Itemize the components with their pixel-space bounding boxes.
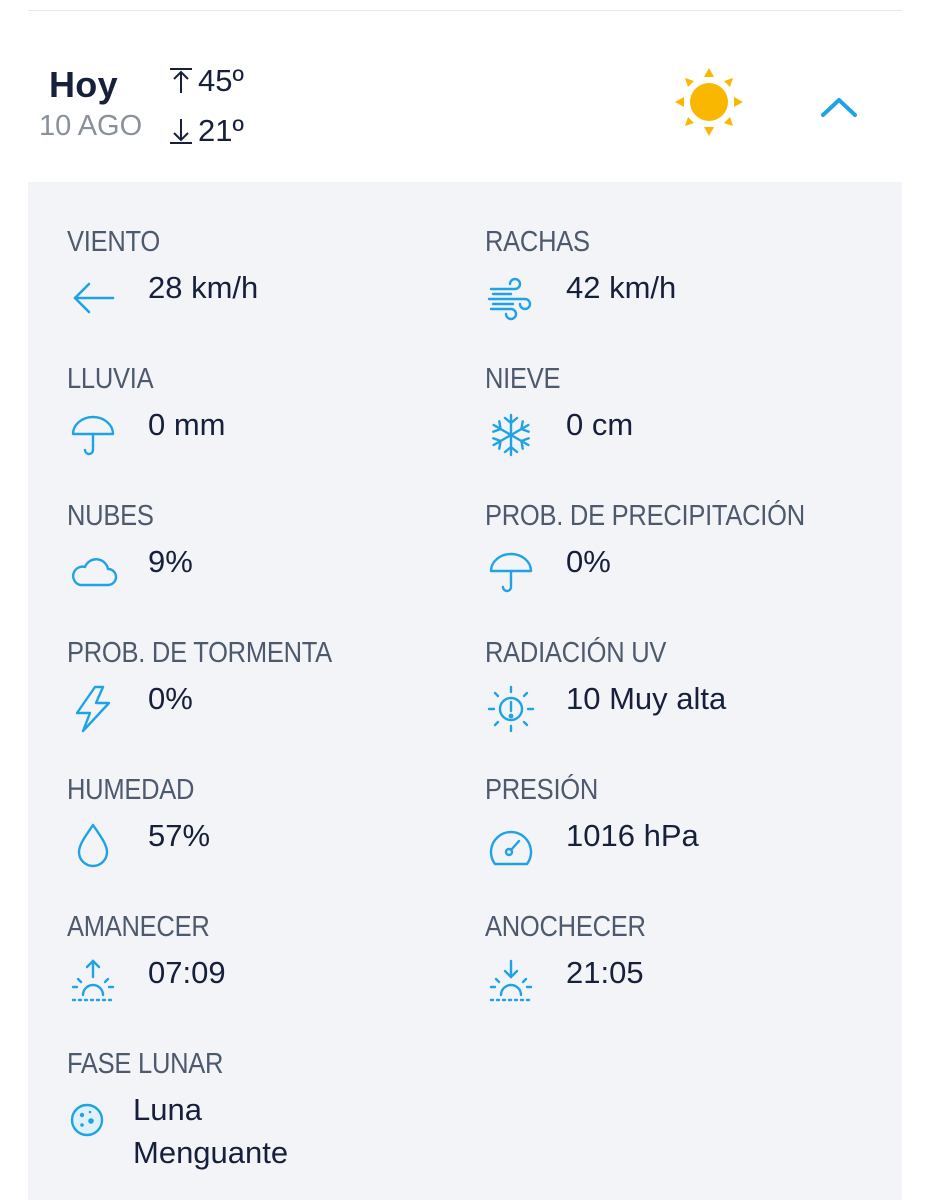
temp-min: 21º [168, 113, 244, 149]
arrow-up-icon [168, 66, 194, 96]
day-header[interactable]: Hoy 10 AGO 45º 21º [0, 11, 929, 181]
uv-sun-icon [485, 683, 537, 735]
detail-label: AMANECER [67, 911, 210, 943]
chevron-up-icon[interactable] [818, 93, 860, 121]
detail-value: 0 mm [148, 407, 226, 442]
sun-icon [674, 67, 744, 137]
detail-label: NIEVE [485, 363, 561, 395]
temp-max: 45º [168, 63, 244, 99]
detail-label: VIENTO [67, 226, 160, 258]
detail-label: PROB. DE PRECIPITACIÓN [485, 500, 805, 532]
detail-value: 07:09 [148, 955, 226, 990]
gauge-icon [485, 820, 537, 872]
detail-label: NUBES [67, 500, 154, 532]
arrow-down-icon [168, 116, 194, 146]
cloud-icon [67, 546, 119, 598]
wind-gust-icon [485, 272, 537, 324]
moon-icon [67, 1100, 107, 1140]
detail-value: 0% [148, 681, 193, 716]
day-date: 10 AGO [39, 110, 143, 142]
umbrella-icon [67, 409, 119, 461]
detail-value: 1016 hPa [566, 818, 699, 853]
detail-label: PRESIÓN [485, 774, 599, 806]
detail-value: 57% [148, 818, 211, 853]
detail-value: 0 cm [566, 407, 634, 442]
detail-value: 0% [566, 544, 611, 579]
day-name: Hoy [49, 64, 118, 105]
temp-max-value: 45º [198, 63, 244, 98]
detail-label: LLUVIA [67, 363, 154, 395]
detail-value: 28 km/h [148, 270, 259, 305]
detail-label: FASE LUNAR [67, 1048, 224, 1080]
detail-value: 9% [148, 544, 193, 579]
arrow-left-icon [67, 272, 119, 324]
detail-value: 10 Muy alta [566, 681, 727, 716]
day-details-panel: VIENTO 28 km/h RACHAS 42 km/h LLUVIA 0 m… [28, 182, 902, 1200]
detail-label: ANOCHECER [485, 911, 646, 943]
snowflake-icon [485, 409, 537, 461]
sunrise-icon [67, 957, 119, 1009]
temp-min-value: 21º [198, 113, 244, 148]
detail-value: 42 km/h [566, 270, 677, 305]
detail-value: 21:05 [566, 955, 644, 990]
lightning-icon [67, 683, 119, 735]
detail-label: HUMEDAD [67, 774, 195, 806]
detail-label: RADIACIÓN UV [485, 637, 667, 669]
detail-label: PROB. DE TORMENTA [67, 637, 332, 669]
detail-value: Luna Menguante [133, 1092, 289, 1170]
umbrella-icon [485, 546, 537, 598]
droplet-icon [67, 820, 119, 872]
detail-label: RACHAS [485, 226, 590, 258]
sunset-icon [485, 957, 537, 1009]
